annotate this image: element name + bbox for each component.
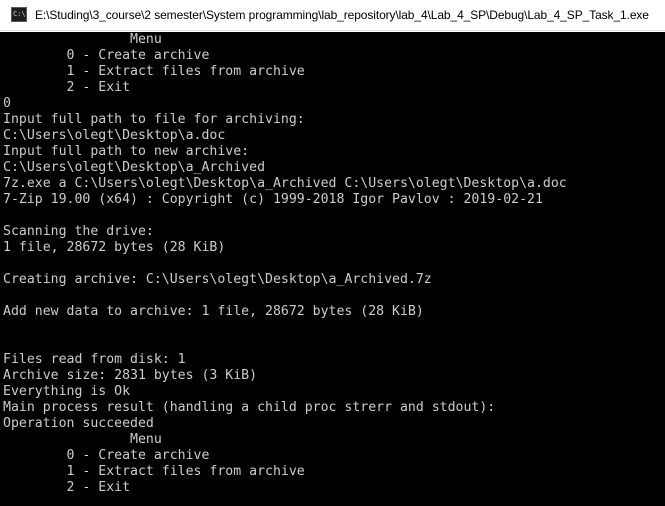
console-line: Input full path to new archive: <box>3 144 250 159</box>
console-line: 7z.exe a C:\Users\olegt\Desktop\a_Archiv… <box>3 176 567 191</box>
console-line: Add new data to archive: 1 file, 28672 b… <box>3 304 424 319</box>
console-line: C:\Users\olegt\Desktop\a_Archived <box>3 160 266 175</box>
console-line: Everything is Ok <box>3 384 131 399</box>
console-line: Menu <box>3 432 162 447</box>
console-line: Menu <box>3 32 162 47</box>
console-line: 0 - Create archive <box>3 448 210 463</box>
console-line: Files read from disk: 1 <box>3 352 186 367</box>
console-line: 0 <box>3 96 11 111</box>
console-line: 0 - Create archive <box>3 48 210 63</box>
window-title: E:\Studing\3_course\2 semester\System pr… <box>35 8 649 22</box>
console-app-icon[interactable]: C:\ <box>11 7 27 22</box>
title-bar[interactable]: C:\ E:\Studing\3_course\2 semester\Syste… <box>0 0 665 31</box>
console-line: 1 file, 28672 bytes (28 KiB) <box>3 240 226 255</box>
console-window: C:\ E:\Studing\3_course\2 semester\Syste… <box>0 0 665 506</box>
console-output[interactable]: Menu 0 - Create archive 1 - Extract file… <box>0 32 665 506</box>
console-line: 1 - Extract files from archive <box>3 64 305 79</box>
console-line: C:\Users\olegt\Desktop\a.doc <box>3 128 226 143</box>
console-line: Creating archive: C:\Users\olegt\Desktop… <box>3 272 432 287</box>
console-line: 2 - Exit <box>3 480 131 495</box>
console-line: Main process result (handling a child pr… <box>3 400 496 415</box>
console-line: Input full path to file for archiving: <box>3 112 305 127</box>
console-line: 7-Zip 19.00 (x64) : Copyright (c) 1999-2… <box>3 192 543 207</box>
console-line: 1 - Extract files from archive <box>3 464 305 479</box>
console-line: Operation succeeded <box>3 416 154 431</box>
console-line: 2 - Exit <box>3 80 131 95</box>
console-line: Scanning the drive: <box>3 224 154 239</box>
console-line: Archive size: 2831 bytes (3 KiB) <box>3 368 258 383</box>
